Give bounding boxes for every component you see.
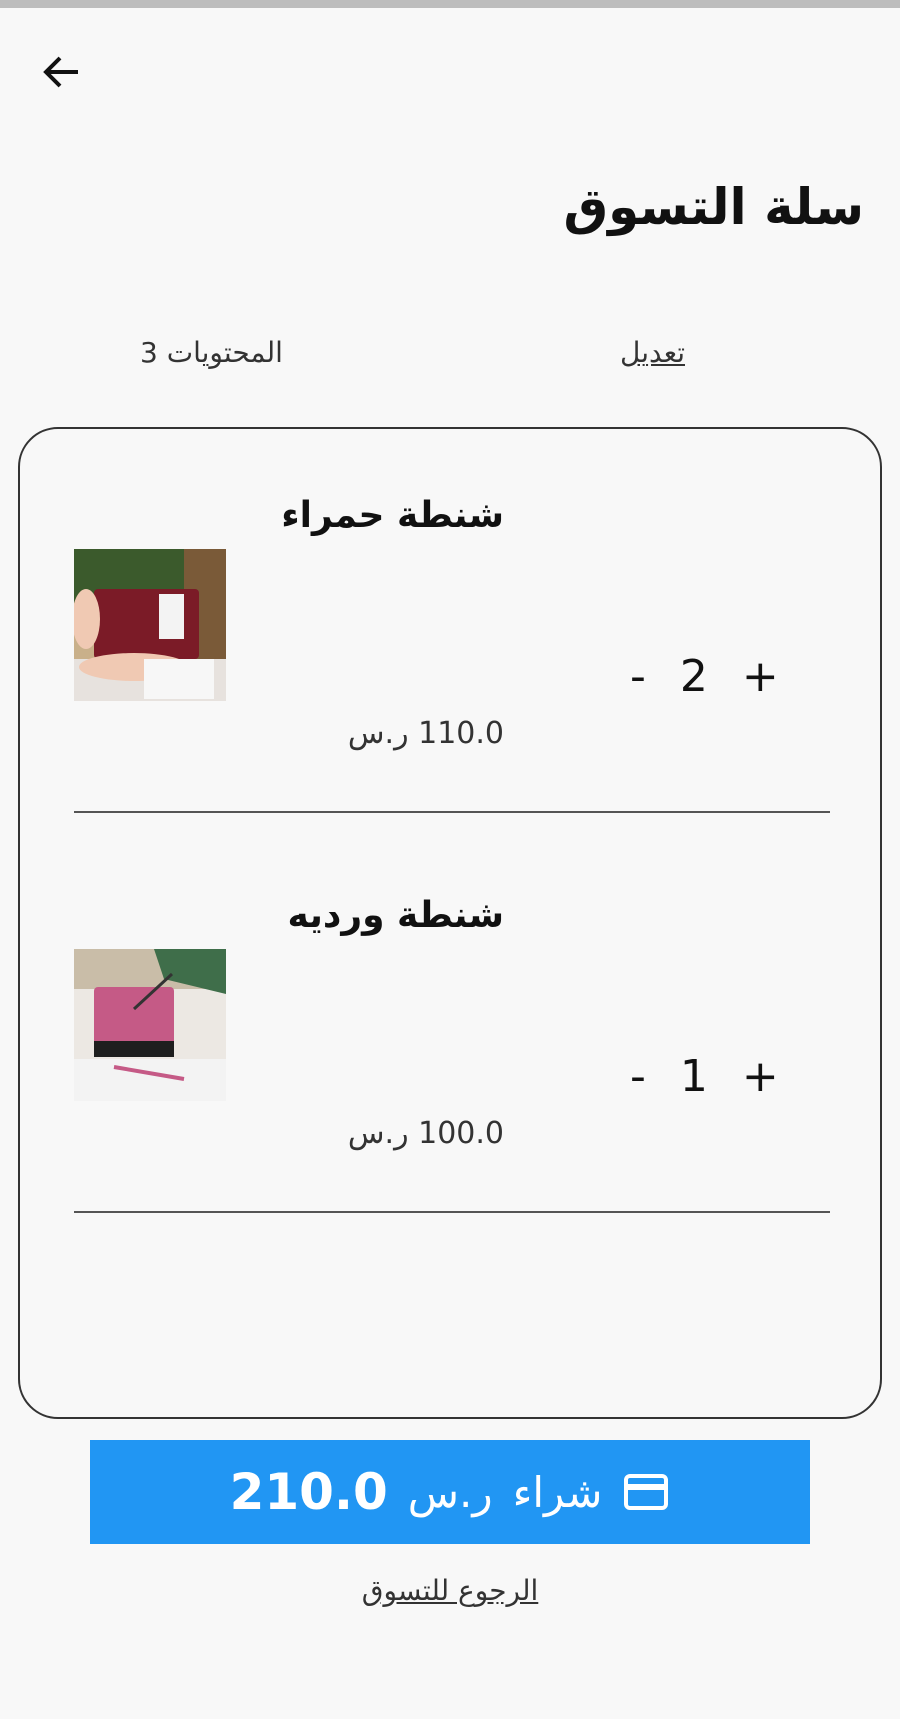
item-divider (74, 1211, 830, 1213)
item-image-pink-bag[interactable] (74, 949, 226, 1101)
edit-link[interactable]: تعديل (620, 336, 685, 369)
back-button[interactable] (38, 48, 86, 96)
total-amount: 210.0 (229, 1463, 388, 1521)
contents-count: المحتويات 3 (140, 336, 283, 369)
quantity-value: 1 (679, 1051, 708, 1102)
decrease-quantity-button[interactable]: - (630, 1054, 646, 1099)
page-title: سلة التسوق (563, 178, 864, 236)
red-bag-photo (74, 549, 226, 701)
cart-card: شنطة حمراء - 2 + 110.0 ر.س شنطة ورديه - … (18, 427, 882, 1419)
cart-item: شنطة حمراء - 2 + 110.0 ر.س (20, 429, 884, 829)
buy-button[interactable]: شراء ر.س 210.0 (90, 1440, 810, 1544)
item-price: 100.0 ر.س (347, 1116, 504, 1151)
quantity-stepper: - 2 + (630, 651, 779, 702)
pink-bag-photo (74, 949, 226, 1101)
back-to-shopping-link[interactable]: الرجوع للتسوق (0, 1574, 900, 1607)
cart-item: شنطة ورديه - 1 + 100.0 ر.س (20, 829, 884, 1229)
item-name: شنطة حمراء (281, 495, 504, 536)
decrease-quantity-button[interactable]: - (630, 654, 646, 699)
quantity-value: 2 (679, 651, 708, 702)
buy-label: شراء (512, 1467, 603, 1517)
arrow-left-icon (43, 56, 78, 88)
increase-quantity-button[interactable]: + (742, 1054, 779, 1099)
quantity-stepper: - 1 + (630, 1051, 779, 1102)
item-image-red-bag[interactable] (74, 549, 226, 701)
item-price: 110.0 ر.س (347, 716, 504, 751)
status-bar-strip (0, 0, 900, 8)
increase-quantity-button[interactable]: + (742, 654, 779, 699)
item-divider (74, 811, 830, 813)
currency-label: ر.س (407, 1467, 493, 1517)
credit-card-icon (624, 1474, 669, 1510)
item-name: شنطة ورديه (287, 895, 504, 936)
